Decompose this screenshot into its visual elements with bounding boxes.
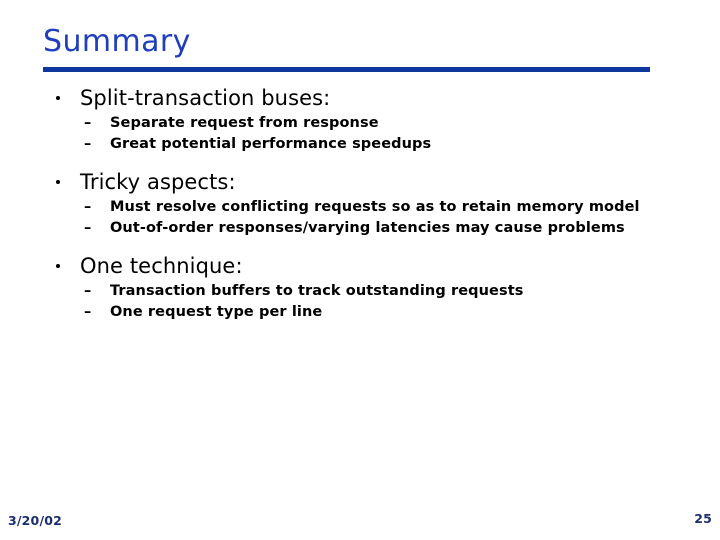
sub-bullet-label: Out-of-order responses/varying latencies…	[110, 220, 625, 236]
footer-date: 3/20/02	[8, 513, 63, 528]
title-underline-rule	[43, 67, 650, 72]
sub-bullet-label: Great potential performance speedups	[110, 136, 432, 152]
presentation-slide: Summary Split-transaction buses: – Separ…	[0, 0, 720, 540]
dash-icon: –	[84, 136, 92, 152]
dash-icon: –	[84, 304, 92, 320]
bullet-item: Tricky aspects:	[0, 168, 720, 197]
dash-icon: –	[84, 115, 92, 131]
bullet-group: One technique: – Transaction buffers to …	[0, 252, 720, 323]
bullet-label: Tricky aspects:	[80, 170, 236, 194]
bullet-dot-icon	[56, 264, 60, 268]
sub-bullet-item: – Must resolve conflicting requests so a…	[0, 197, 720, 218]
dash-icon: –	[84, 283, 92, 299]
sub-bullet-label: Separate request from response	[110, 115, 379, 131]
sub-bullet-label: One request type per line	[110, 304, 323, 320]
bullet-dot-icon	[56, 96, 60, 100]
sub-bullet-item: – Separate request from response	[0, 113, 720, 134]
bullet-label: One technique:	[80, 254, 243, 278]
sub-bullet-label: Transaction buffers to track outstanding…	[110, 283, 524, 299]
bullet-group: Tricky aspects: – Must resolve conflicti…	[0, 168, 720, 239]
sub-bullet-item: – One request type per line	[0, 302, 720, 323]
bullet-item: Split-transaction buses:	[0, 84, 720, 113]
slide-body: Split-transaction buses: – Separate requ…	[0, 84, 720, 323]
sub-bullet-item: – Great potential performance speedups	[0, 134, 720, 155]
bullet-item: One technique:	[0, 252, 720, 281]
footer-page-number: 25	[694, 511, 712, 526]
sub-bullet-item: – Out-of-order responses/varying latenci…	[0, 218, 720, 239]
dash-icon: –	[84, 199, 92, 215]
sub-bullet-item: – Transaction buffers to track outstandi…	[0, 281, 720, 302]
dash-icon: –	[84, 220, 92, 236]
bullet-group: Split-transaction buses: – Separate requ…	[0, 84, 720, 155]
bullet-dot-icon	[56, 180, 60, 184]
sub-bullet-label: Must resolve conflicting requests so as …	[110, 199, 640, 215]
bullet-label: Split-transaction buses:	[80, 86, 331, 110]
page-title: Summary	[43, 24, 191, 59]
